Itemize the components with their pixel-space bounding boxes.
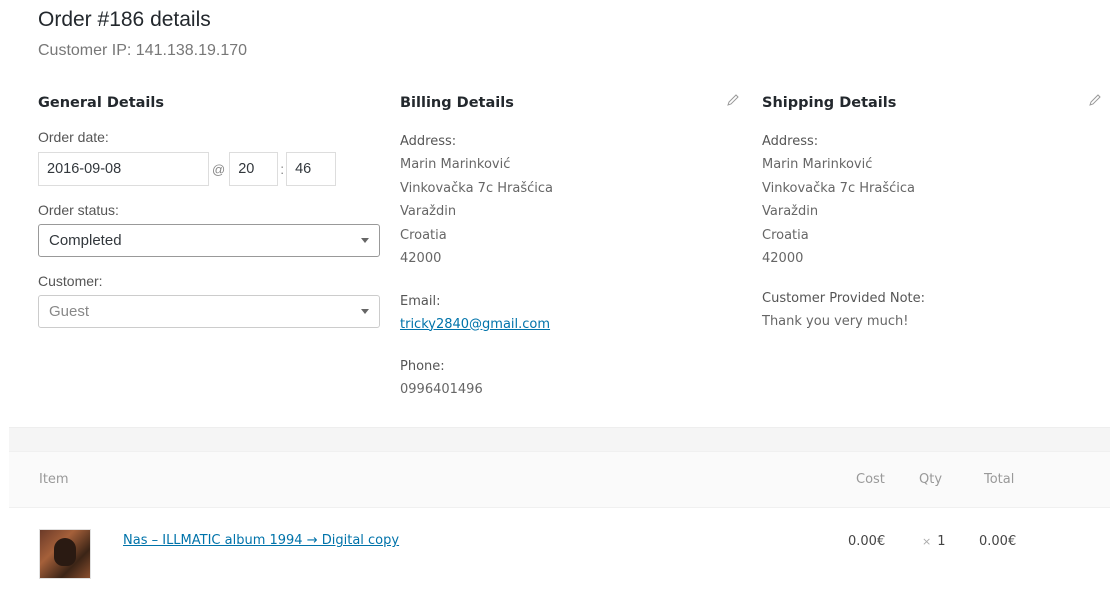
customer-select[interactable]: Guest [38, 295, 380, 328]
time-colon: : [280, 161, 285, 177]
customer-note-label: Customer Provided Note: [762, 290, 925, 306]
item-cost: 0.00€ [848, 534, 886, 549]
customer-ip: Customer IP: 141.138.19.170 [38, 42, 248, 59]
column-header-cost: Cost [856, 472, 885, 487]
items-table-header: Item Cost Qty Total [9, 451, 1110, 508]
product-thumbnail[interactable] [39, 529, 91, 579]
address-line: Croatia [400, 227, 447, 243]
order-date-label: Order date: [38, 129, 109, 145]
chevron-down-icon [361, 309, 369, 314]
address-line: Marin Marinković [400, 157, 511, 172]
order-date-row: 2016-09-08 @ 20 : 46 [38, 152, 383, 186]
section-divider [9, 427, 1110, 451]
general-details-section: General Details Order date: 2016-09-08 @… [38, 93, 383, 328]
shipping-details-section: Shipping Details Address: Marin Marinkov… [762, 93, 1107, 333]
address-line: Vinkovačka 7c Hrašćica [762, 180, 915, 196]
chevron-down-icon [361, 238, 369, 243]
order-date-input[interactable]: 2016-09-08 [38, 152, 209, 186]
column-header-total: Total [984, 472, 1015, 487]
order-status-value: Completed [49, 232, 122, 249]
billing-phone: 0996401496 [400, 381, 483, 397]
order-minute-input[interactable]: 46 [286, 152, 337, 186]
customer-label: Customer: [38, 273, 103, 289]
address-line: Varaždin [762, 204, 819, 219]
order-hour-input[interactable]: 20 [229, 152, 279, 186]
billing-address-label: Address: [400, 134, 457, 149]
item-qty: × 1 [922, 534, 946, 549]
pencil-icon[interactable] [1088, 93, 1102, 107]
address-line: Varaždin [400, 204, 457, 219]
shipping-details-heading: Shipping Details [762, 95, 897, 111]
at-sign: @ [212, 161, 226, 177]
billing-details-heading: Billing Details [400, 95, 514, 111]
billing-address: Marin Marinković Vinkovačka 7c Hrašćica … [400, 153, 745, 271]
address-line: Croatia [762, 227, 809, 243]
general-details-heading: General Details [38, 95, 165, 111]
address-line: Marin Marinković [762, 157, 873, 172]
order-status-label: Order status: [38, 202, 119, 218]
billing-details-section: Billing Details Address: Marin Marinkovi… [400, 93, 745, 401]
column-header-qty: Qty [919, 472, 943, 487]
customer-note: Thank you very much! [762, 313, 909, 329]
shipping-address-label: Address: [762, 134, 819, 149]
pencil-icon[interactable] [726, 93, 740, 107]
table-row: Nas – ILLMATIC album 1994 → Digital copy… [9, 508, 1110, 594]
item-qty-value: 1 [937, 534, 946, 549]
product-link[interactable]: Nas – ILLMATIC album 1994 → Digital copy [123, 533, 399, 548]
item-total: 0.00€ [979, 534, 1017, 549]
address-line: Vinkovačka 7c Hrašćica [400, 180, 553, 196]
address-line: 42000 [400, 251, 442, 266]
album-cover-figure [54, 538, 76, 566]
shipping-address: Marin Marinković Vinkovačka 7c Hrašćica … [762, 153, 1107, 271]
billing-email-link[interactable]: tricky2840@gmail.com [400, 314, 550, 336]
billing-phone-label: Phone: [400, 358, 445, 374]
address-line: 42000 [762, 251, 804, 266]
times-sign: × [922, 535, 932, 548]
billing-email-label: Email: [400, 293, 441, 309]
column-header-item: Item [39, 472, 69, 487]
customer-value: Guest [49, 303, 90, 320]
page-title: Order #186 details [38, 8, 211, 31]
order-status-select[interactable]: Completed [38, 224, 380, 257]
